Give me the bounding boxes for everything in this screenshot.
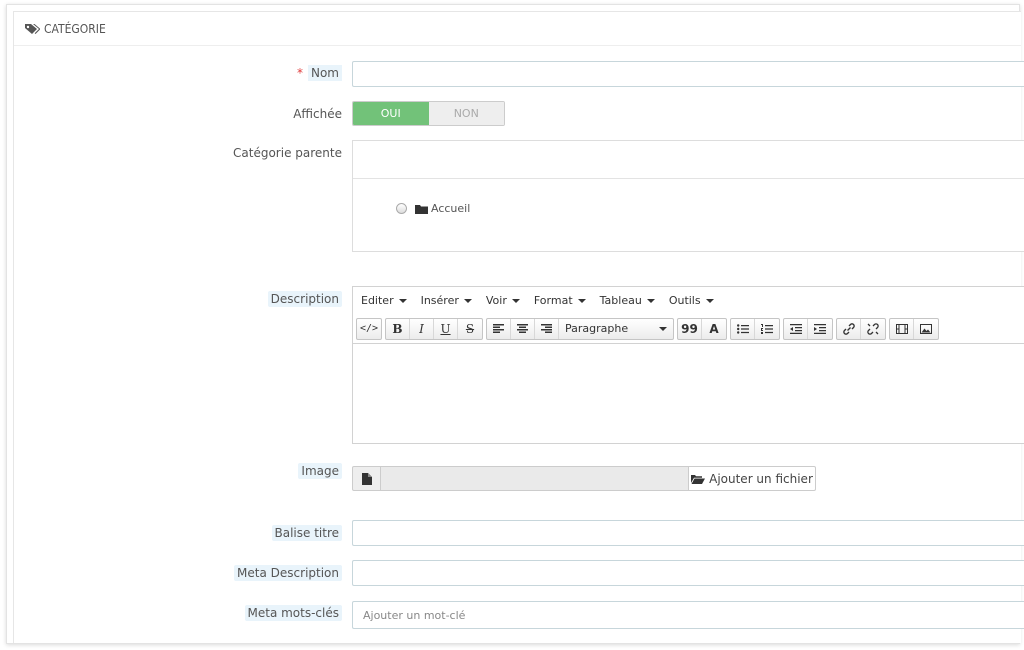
underline-icon[interactable]: U [434,318,458,339]
name-label: * Nom [296,65,342,81]
meta-description-label: Meta Description [234,565,342,581]
switch-off-option[interactable]: NON [428,102,504,125]
editor-toolbar: </> B I U S Paragraphe 99 A [353,314,1024,344]
link-icon[interactable] [837,318,861,339]
unlink-icon[interactable] [861,319,885,339]
menu-format[interactable]: Format [534,294,586,307]
indent-icon[interactable] [808,319,832,339]
menu-outils[interactable]: Outils [669,294,714,307]
bold-icon[interactable]: B [386,318,410,339]
image-icon[interactable] [914,319,938,339]
editor-menubar: Editer Insérer Voir Format Tableau Outil… [353,287,1024,314]
displayed-switch[interactable]: OUI NON [352,101,505,126]
strikethrough-icon[interactable]: S [458,319,482,339]
file-name-field[interactable] [381,466,688,491]
align-right-icon[interactable] [535,318,559,339]
tree-item-label: Accueil [431,202,471,215]
italic-icon[interactable]: I [410,318,434,339]
panel-title: CATÉGORIE [44,21,106,36]
outdent-icon[interactable] [784,318,808,339]
switch-on-option[interactable]: OUI [353,102,429,125]
bullet-list-icon[interactable] [731,318,755,339]
tree-header [353,141,1024,179]
source-code-icon[interactable]: </> [357,319,381,339]
description-label: Description [267,291,342,307]
category-tree: Accueil [352,140,1024,252]
blockquote-icon[interactable]: 99 [678,318,702,339]
name-input[interactable] [352,61,1024,87]
image-label: Image [298,463,342,479]
numbered-list-icon[interactable] [755,319,779,339]
align-left-icon[interactable] [487,318,511,339]
tree-radio[interactable] [396,203,407,214]
meta-keywords-input[interactable]: Ajouter un mot-clé [352,601,1024,629]
folder-icon [415,204,428,214]
displayed-label: Affichée [293,107,342,121]
folder-open-icon [691,474,706,484]
text-color-icon[interactable]: A [702,319,726,339]
meta-description-input[interactable] [352,560,1024,586]
menu-inserer[interactable]: Insérer [421,294,472,307]
video-icon[interactable] [890,318,914,339]
add-file-label: Ajouter un fichier [709,471,813,486]
menu-tableau[interactable]: Tableau [600,294,655,307]
meta-title-label: Balise titre [271,525,342,541]
file-upload: Ajouter un fichier [352,466,816,491]
file-icon [352,466,381,491]
meta-keywords-label: Meta mots-clés [244,605,342,621]
menu-voir[interactable]: Voir [486,294,520,307]
panel-heading: CATÉGORIE [14,12,1021,46]
align-center-icon[interactable] [511,318,535,339]
format-select[interactable]: Paragraphe [559,319,673,339]
menu-editer[interactable]: Editer [361,294,407,307]
tags-icon [25,23,40,34]
tree-item-accueil[interactable]: Accueil [396,202,470,215]
rich-text-editor: Editer Insérer Voir Format Tableau Outil… [352,286,1024,444]
parent-category-label: Catégorie parente [233,146,342,160]
add-file-button[interactable]: Ajouter un fichier [688,466,816,491]
meta-title-input[interactable] [352,520,1024,546]
name-label-text: Nom [307,65,342,81]
required-mark: * [296,66,303,80]
